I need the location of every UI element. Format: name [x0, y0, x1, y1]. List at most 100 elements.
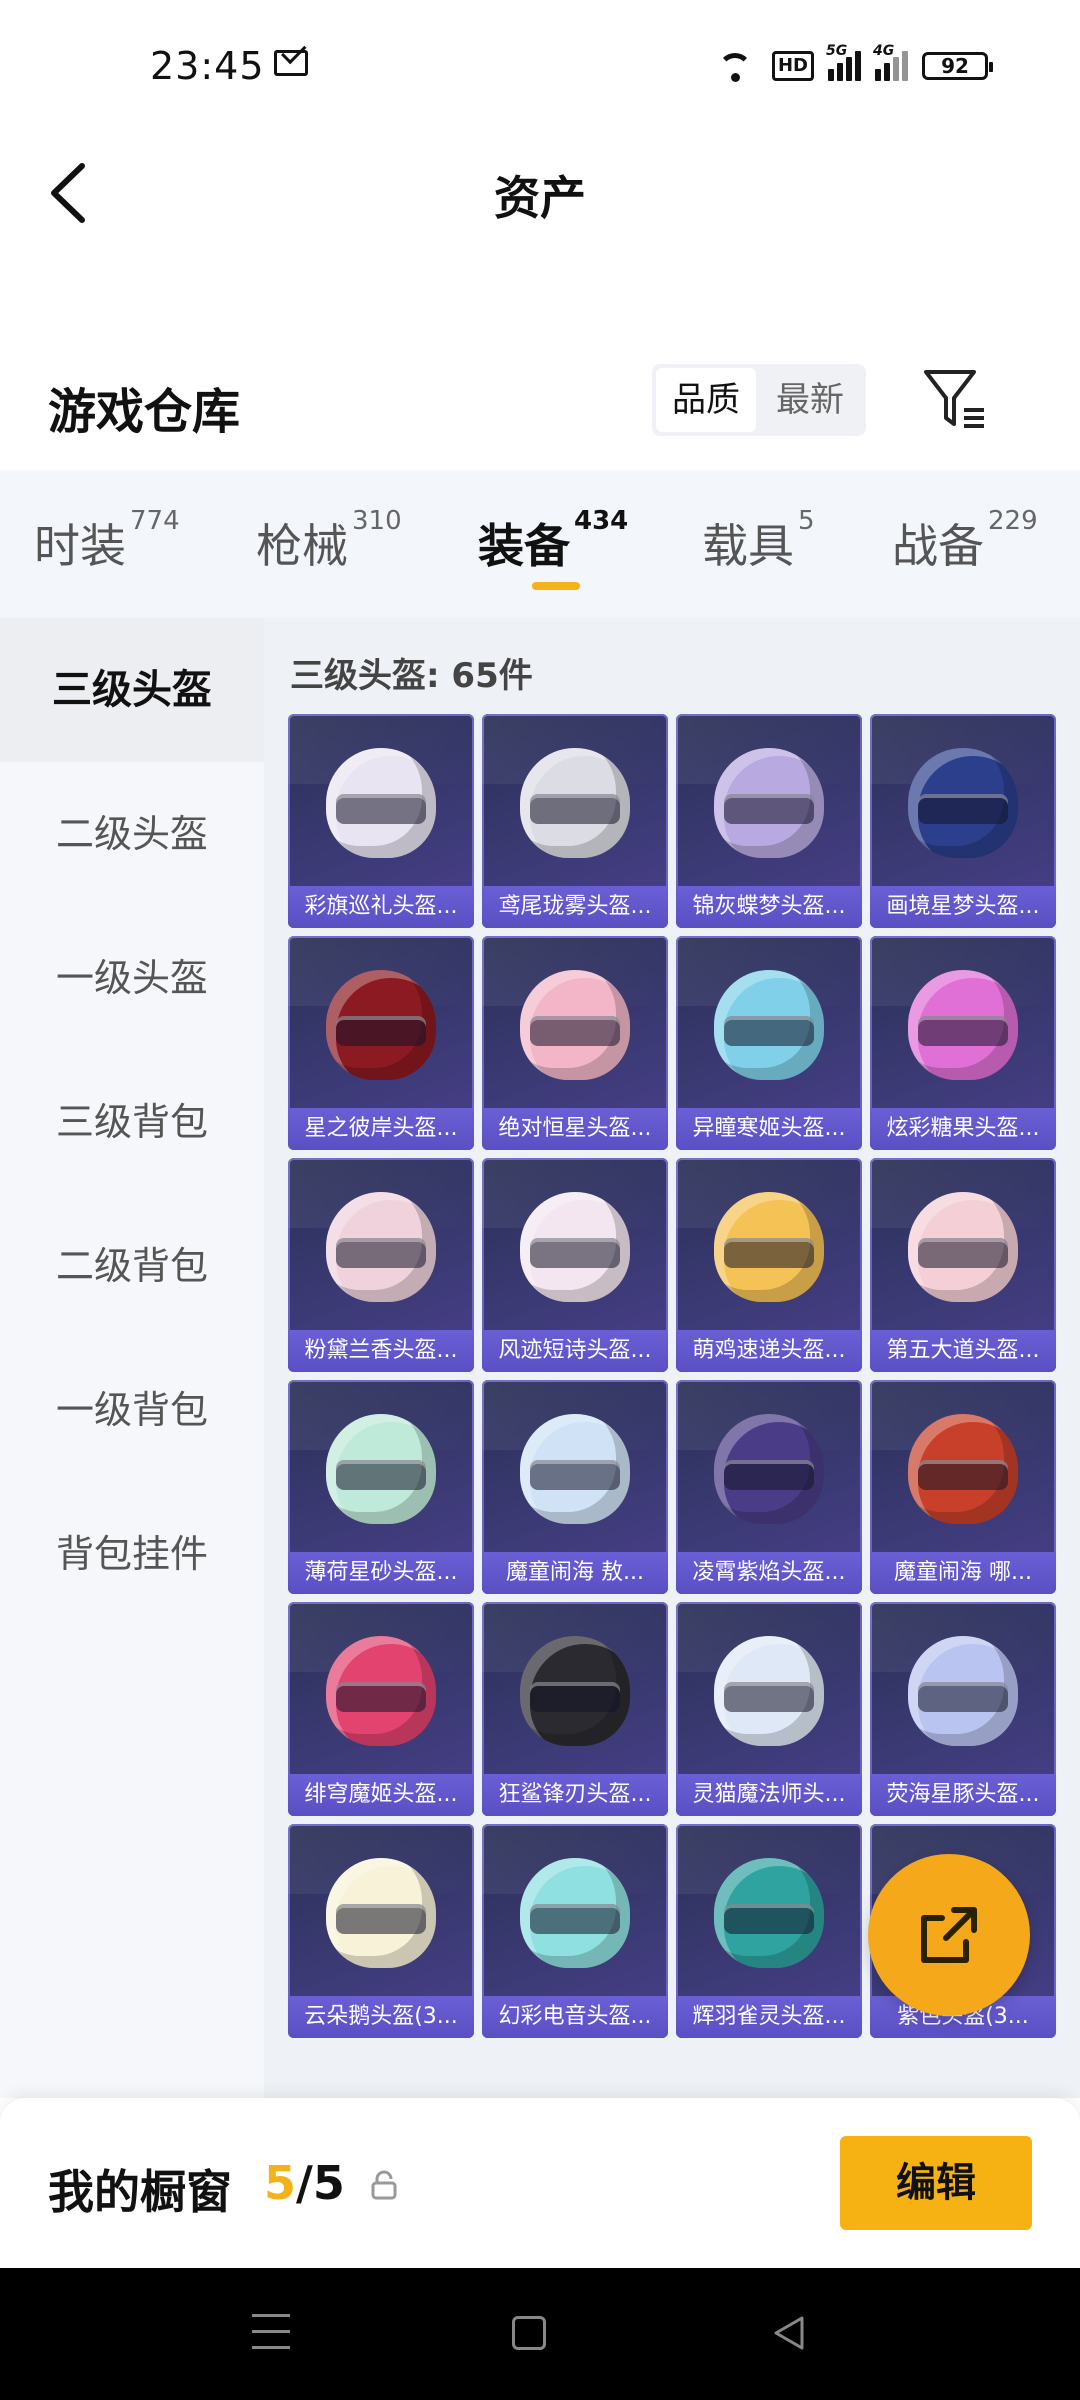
- helmet-item-label: 辉羽雀灵头盔...: [676, 1996, 862, 2038]
- wifi-icon: [716, 49, 758, 83]
- helmet-item-card[interactable]: 异瞳寒姬头盔...: [676, 936, 862, 1150]
- signal-4g-icon: 4G: [873, 43, 908, 81]
- tab-count: 229: [988, 506, 1038, 536]
- helmet-item-card[interactable]: 锦灰蝶梦头盔...: [676, 714, 862, 928]
- status-time: 23:45: [150, 44, 265, 88]
- helmet-item-card[interactable]: 狂鲨锋刃头盔...: [482, 1602, 668, 1816]
- helmet-visor: [724, 1460, 814, 1490]
- battery-icon: 92: [922, 52, 993, 80]
- tab-fashion[interactable]: 时装 774: [34, 506, 180, 576]
- helmet-item-label: 薄荷星砂头盔...: [288, 1552, 474, 1594]
- helmet-item-label: 荧海星豚头盔...: [870, 1774, 1056, 1816]
- tab-count: 5: [798, 506, 815, 536]
- helmet-item-label: 锦灰蝶梦头盔...: [676, 886, 862, 928]
- helmet-visor: [724, 1016, 814, 1046]
- tab-vehicles[interactable]: 载具 5: [702, 506, 815, 576]
- page-title: 资产: [494, 171, 586, 225]
- helmet-item-card[interactable]: 薄荷星砂头盔...: [288, 1380, 474, 1594]
- helmet-item-card[interactable]: 辉羽雀灵头盔...: [676, 1824, 862, 2038]
- active-tab-indicator: [532, 582, 580, 590]
- helmet-item-label: 魔童闹海 哪...: [870, 1552, 1056, 1594]
- helmet-visor: [918, 1016, 1008, 1046]
- helmet-item-label: 风迹短诗头盔...: [482, 1330, 668, 1372]
- helmet-item-card[interactable]: 灵猫魔法师头...: [676, 1602, 862, 1816]
- helmet-item-card[interactable]: 魔童闹海 敖...: [482, 1380, 668, 1594]
- tab-count: 774: [130, 506, 180, 536]
- sort-option-newest[interactable]: 最新: [760, 368, 860, 432]
- side-item-level3-backpack[interactable]: 三级背包: [0, 1050, 264, 1194]
- helmet-item-label: 绝对恒星头盔...: [482, 1108, 668, 1150]
- share-button[interactable]: [868, 1854, 1030, 2016]
- helmet-visor: [336, 1904, 426, 1934]
- lock-icon: [371, 2170, 397, 2200]
- helmet-visor: [918, 794, 1008, 824]
- home-icon[interactable]: [512, 2316, 546, 2350]
- mail-notification-icon: [274, 50, 308, 76]
- tab-weapons[interactable]: 枪械 310: [256, 506, 402, 576]
- helmet-item-card[interactable]: 炫彩糖果头盔...: [870, 936, 1056, 1150]
- helmet-item-card[interactable]: 星之彼岸头盔...: [288, 936, 474, 1150]
- helmet-item-label: 萌鸡速递头盔...: [676, 1330, 862, 1372]
- helmet-visor: [336, 1682, 426, 1712]
- helmet-item-card[interactable]: 荧海星豚头盔...: [870, 1602, 1056, 1816]
- helmet-visor: [336, 794, 426, 824]
- sort-option-quality[interactable]: 品质: [656, 368, 756, 432]
- helmet-visor: [918, 1460, 1008, 1490]
- side-item-level1-helmet[interactable]: 一级头盔: [0, 906, 264, 1050]
- helmet-item-card[interactable]: 绯穹魔姬头盔...: [288, 1602, 474, 1816]
- recent-apps-icon[interactable]: [252, 2314, 290, 2354]
- side-item-level3-helmet[interactable]: 三级头盔: [0, 618, 264, 762]
- helmet-item-card[interactable]: 第五大道头盔...: [870, 1158, 1056, 1372]
- helmet-item-label: 炫彩糖果头盔...: [870, 1108, 1056, 1150]
- side-item-level2-helmet[interactable]: 二级头盔: [0, 762, 264, 906]
- helmet-visor: [918, 1682, 1008, 1712]
- helmet-item-label: 灵猫魔法师头...: [676, 1774, 862, 1816]
- helmet-visor: [724, 1904, 814, 1934]
- helmet-item-label: 粉黛兰香头盔...: [288, 1330, 474, 1372]
- helmet-item-card[interactable]: 云朵鹅头盔(3...: [288, 1824, 474, 2038]
- showcase-count: 5/5: [264, 2156, 345, 2210]
- filter-icon[interactable]: [922, 366, 986, 432]
- side-menu: 三级头盔 二级头盔 一级头盔 三级背包 二级背包 一级背包 背包挂件: [0, 618, 264, 2098]
- helmet-item-label: 魔童闹海 敖...: [482, 1552, 668, 1594]
- helmet-item-card[interactable]: 魔童闹海 哪...: [870, 1380, 1056, 1594]
- edit-button[interactable]: 编辑: [840, 2136, 1032, 2230]
- hd-voice-icon: HD: [771, 51, 814, 81]
- side-item-backpack-charm[interactable]: 背包挂件: [0, 1482, 264, 1626]
- helmet-item-label: 第五大道头盔...: [870, 1330, 1056, 1372]
- section-title: 游戏仓库: [48, 384, 241, 440]
- helmet-item-card[interactable]: 幻彩电音头盔...: [482, 1824, 668, 2038]
- helmet-item-label: 绯穹魔姬头盔...: [288, 1774, 474, 1816]
- helmet-item-label: 星之彼岸头盔...: [288, 1108, 474, 1150]
- grid-heading: 三级头盔: 65件: [290, 656, 533, 696]
- helmet-item-card[interactable]: 鸢尾珑雾头盔...: [482, 714, 668, 928]
- tab-equipment[interactable]: 装备 434: [478, 506, 628, 576]
- helmet-item-card[interactable]: 风迹短诗头盔...: [482, 1158, 668, 1372]
- helmet-item-card[interactable]: 凌霄紫焰头盔...: [676, 1380, 862, 1594]
- helmet-item-card[interactable]: 萌鸡速递头盔...: [676, 1158, 862, 1372]
- helmet-item-label: 凌霄紫焰头盔...: [676, 1552, 862, 1594]
- signal-5g-icon: 5G: [826, 43, 861, 81]
- side-item-level2-backpack[interactable]: 二级背包: [0, 1194, 264, 1338]
- helmet-item-card[interactable]: 彩旗巡礼头盔...: [288, 714, 474, 928]
- helmet-visor: [336, 1460, 426, 1490]
- helmet-item-label: 鸢尾珑雾头盔...: [482, 886, 668, 928]
- helmet-item-label: 彩旗巡礼头盔...: [288, 886, 474, 928]
- helmet-item-card[interactable]: 绝对恒星头盔...: [482, 936, 668, 1150]
- helmet-visor: [530, 1904, 620, 1934]
- share-icon: [921, 1907, 977, 1963]
- side-item-level1-backpack[interactable]: 一级背包: [0, 1338, 264, 1482]
- helmet-item-card[interactable]: 画境星梦头盔...: [870, 714, 1056, 928]
- helmet-item-card[interactable]: 粉黛兰香头盔...: [288, 1158, 474, 1372]
- helmet-item-label: 画境星梦头盔...: [870, 886, 1056, 928]
- helmet-item-label: 幻彩电音头盔...: [482, 1996, 668, 2038]
- status-indicators: HD 5G 4G 92: [716, 43, 993, 86]
- helmet-visor: [724, 1238, 814, 1268]
- helmet-visor: [336, 1016, 426, 1046]
- tab-count: 310: [352, 506, 402, 536]
- tab-supplies[interactable]: 战备 229: [892, 506, 1038, 576]
- helmet-visor: [530, 1016, 620, 1046]
- nav-back-icon[interactable]: [768, 2312, 810, 2354]
- helmet-visor: [530, 1460, 620, 1490]
- helmet-visor: [724, 1682, 814, 1712]
